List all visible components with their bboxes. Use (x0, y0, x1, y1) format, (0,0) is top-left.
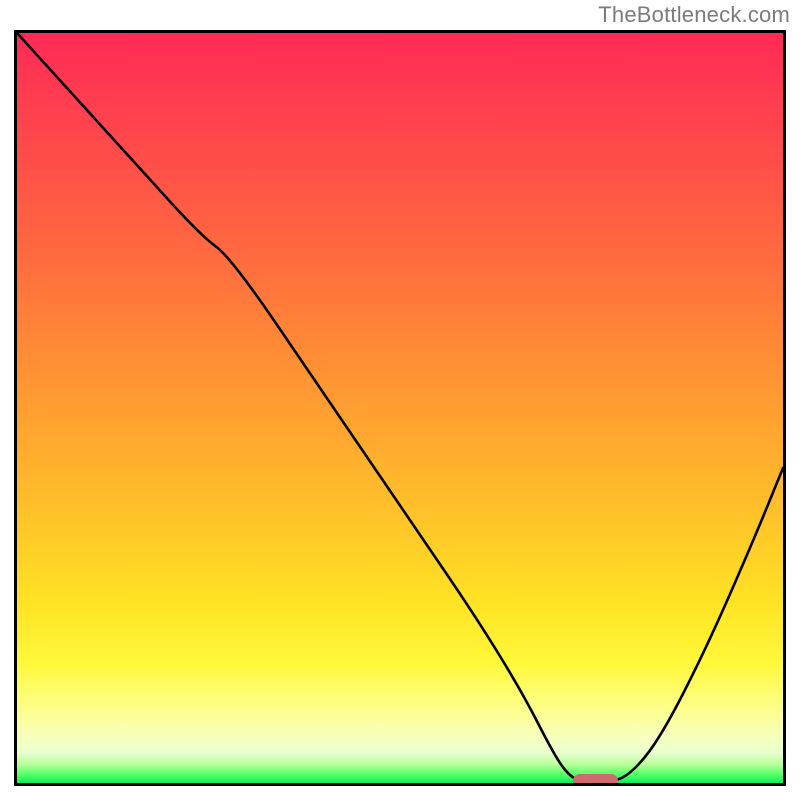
plot-frame (14, 30, 786, 786)
watermark-label: TheBottleneck.com (598, 2, 790, 28)
curve-layer (17, 33, 783, 783)
optimal-marker (573, 774, 617, 786)
bottleneck-curve-path (17, 33, 783, 783)
chart-stage: TheBottleneck.com (0, 0, 800, 800)
